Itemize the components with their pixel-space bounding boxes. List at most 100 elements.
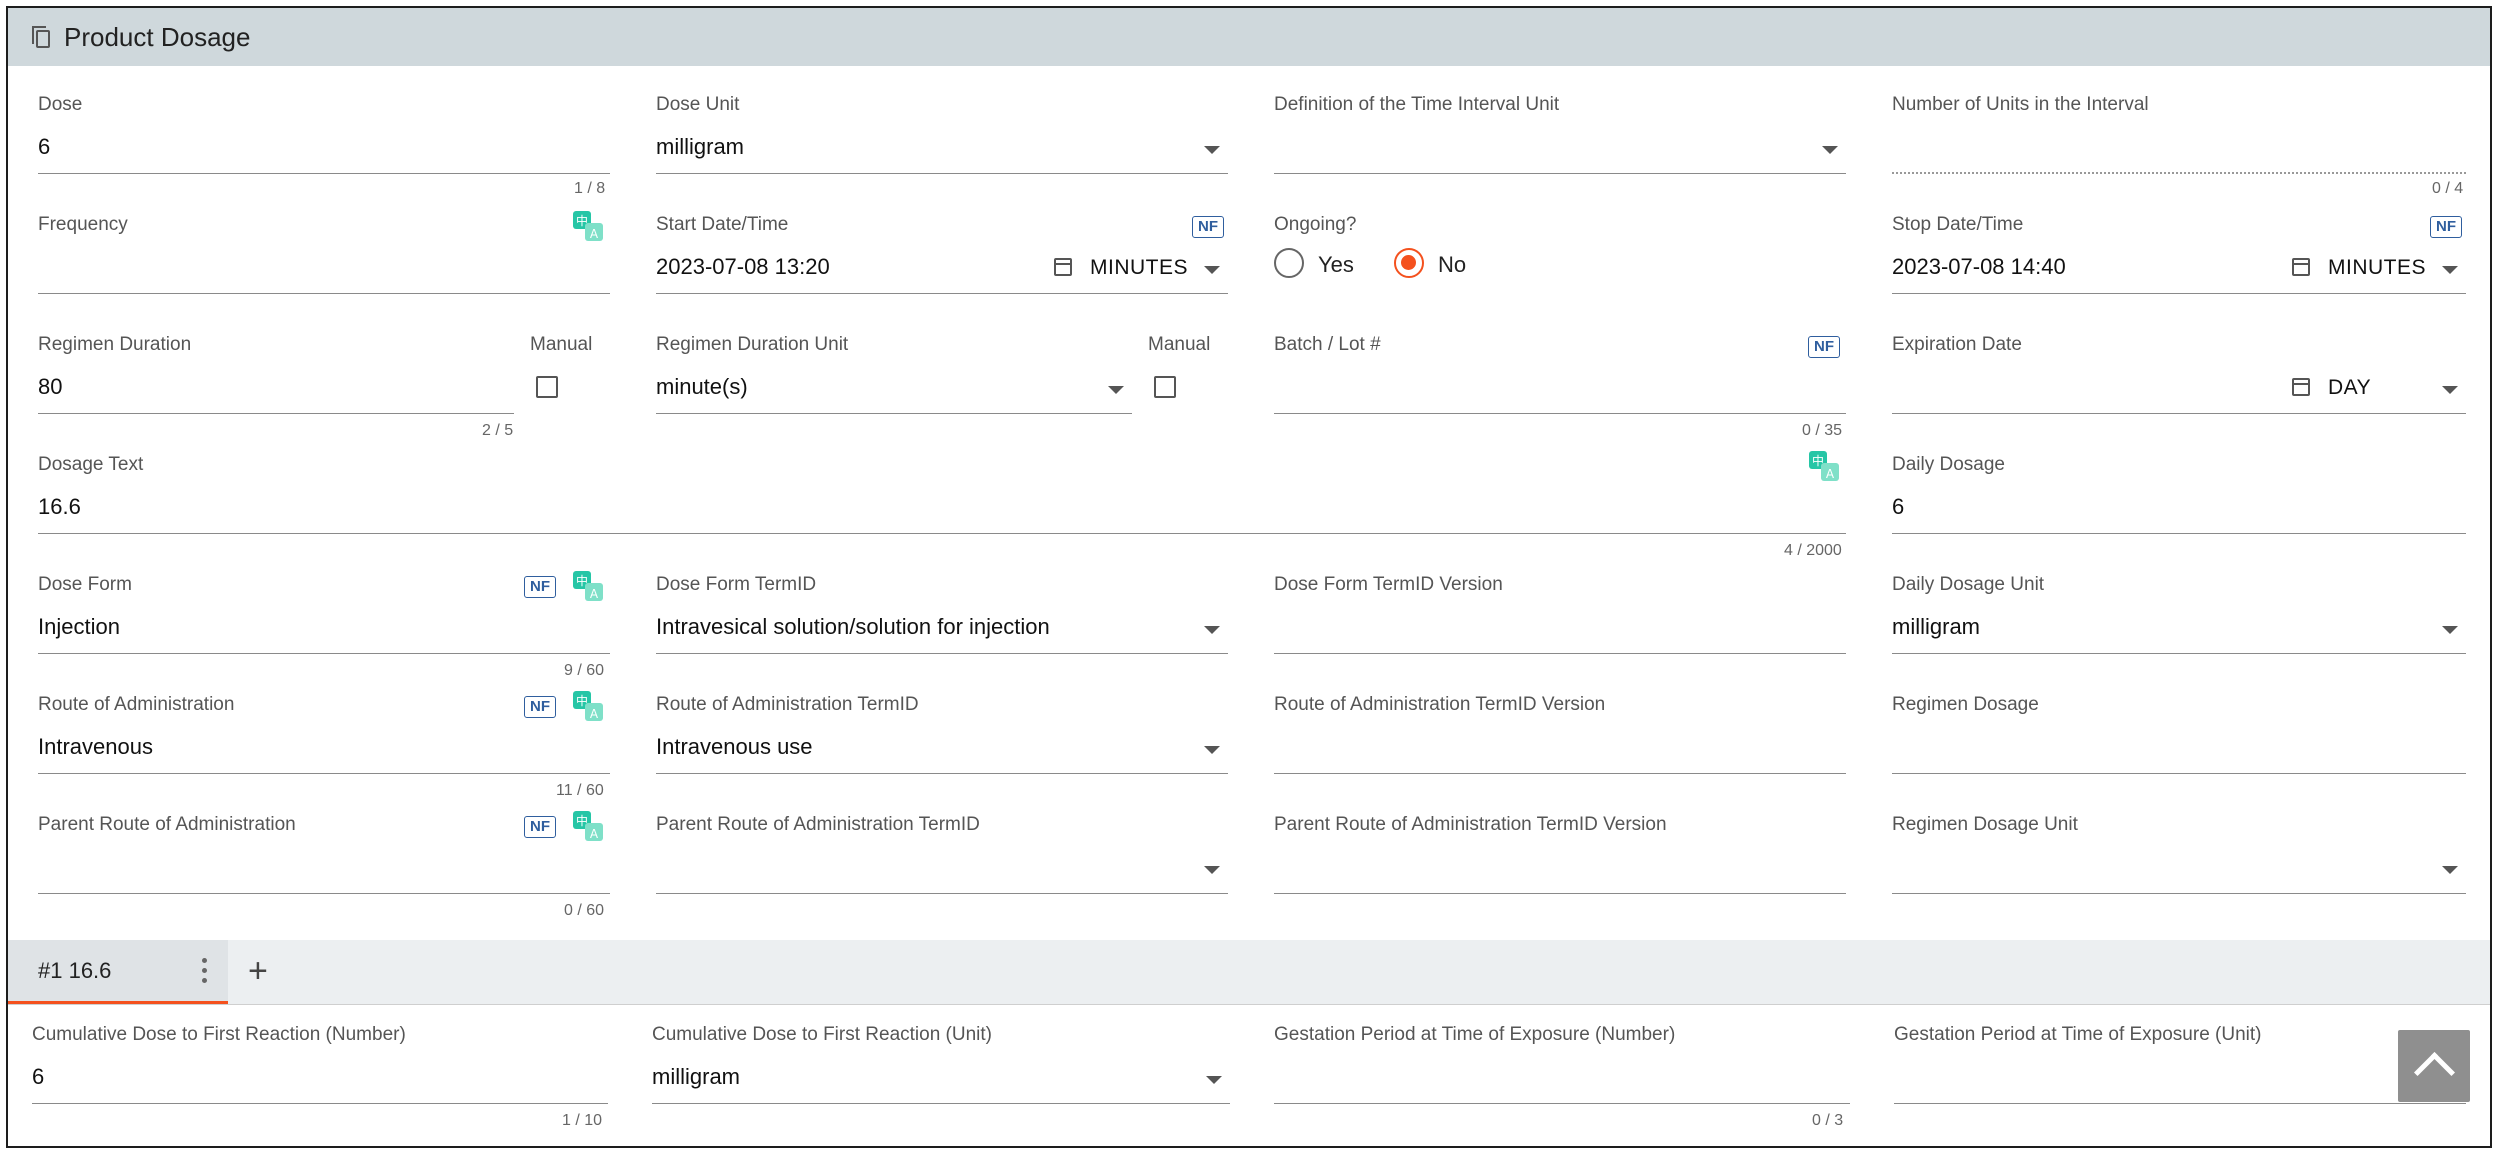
gestation-unit-select[interactable]: Gestation Period at Time of Exposure (Un…: [1894, 1024, 2466, 1104]
cum-dose-number-value[interactable]: 6: [32, 1064, 44, 1090]
regimen-duration-unit-manual-checkbox[interactable]: [1154, 376, 1176, 398]
batch-lot-underline: [1274, 413, 1846, 414]
regimen-duration-value[interactable]: 80: [38, 374, 62, 400]
daily-dosage-value[interactable]: 6: [1892, 494, 1904, 520]
dose-form-value[interactable]: Injection: [38, 614, 120, 640]
ongoing-yes-label[interactable]: Yes: [1318, 252, 1354, 278]
dosage-text-field[interactable]: Dosage Text 16.6: [38, 454, 1846, 534]
dose-unit-select[interactable]: Dose Unit milligram: [656, 94, 1228, 174]
calendar-icon[interactable]: [2292, 258, 2310, 276]
cum-dose-unit-select[interactable]: Cumulative Dose to First Reaction (Unit)…: [652, 1024, 1230, 1104]
start-precision-value[interactable]: MINUTES: [1090, 256, 1188, 280]
chevron-down-icon[interactable]: [2442, 866, 2458, 874]
chevron-up-icon: [2413, 1051, 2456, 1094]
svg-text:中: 中: [576, 813, 588, 828]
regimen-dosage-unit-select[interactable]: Regimen Dosage Unit: [1892, 814, 2466, 894]
dose-field[interactable]: Dose 6: [38, 94, 610, 174]
parent-route-underline: [38, 893, 610, 894]
dose-form-termid-version-field[interactable]: Dose Form TermID Version: [1274, 574, 1846, 654]
route-admin-termid-version-underline: [1274, 773, 1846, 774]
parent-route-termid-label: Parent Route of Administration TermID: [656, 814, 980, 835]
chevron-down-icon[interactable]: [1206, 1076, 1222, 1084]
chevron-down-icon[interactable]: [1204, 626, 1220, 634]
expiration-date-field[interactable]: Expiration Date DAY: [1892, 334, 2466, 414]
units-in-interval-counter: 0 / 4: [2432, 180, 2464, 197]
dose-form-termid-version-underline: [1274, 653, 1846, 654]
stop-datetime-value[interactable]: 2023-07-08 14:40: [1892, 254, 2066, 280]
route-admin-termid-select[interactable]: Route of Administration TermID Intraveno…: [656, 694, 1228, 774]
regimen-dosage-field[interactable]: Regimen Dosage: [1892, 694, 2466, 774]
route-admin-label: Route of Administration: [38, 694, 235, 715]
dose-form-termid-value: Intravesical solution/solution for injec…: [656, 614, 1050, 639]
translate-icon[interactable]: 中 A: [1808, 450, 1840, 482]
chevron-down-icon[interactable]: [1204, 866, 1220, 874]
dose-value[interactable]: 6: [38, 134, 50, 160]
nf-badge[interactable]: NF: [1192, 216, 1224, 238]
expiration-precision-value[interactable]: DAY: [2328, 376, 2371, 400]
nf-badge[interactable]: NF: [1808, 336, 1840, 358]
dose-form-termid-select[interactable]: Dose Form TermID Intravesical solution/s…: [656, 574, 1228, 654]
units-in-interval-field[interactable]: Number of Units in the Interval: [1892, 94, 2466, 174]
parent-route-termid-select[interactable]: Parent Route of Administration TermID: [656, 814, 1228, 894]
start-datetime-value[interactable]: 2023-07-08 13:20: [656, 254, 830, 280]
nf-badge[interactable]: NF: [524, 816, 556, 838]
regimen-duration-unit-value: minute(s): [656, 374, 748, 399]
route-admin-underline: [38, 773, 610, 774]
stop-datetime-underline: [1892, 293, 2466, 294]
route-admin-termid-version-field[interactable]: Route of Administration TermID Version: [1274, 694, 1846, 774]
daily-dosage-underline: [1892, 533, 2466, 534]
batch-lot-field[interactable]: Batch / Lot #: [1274, 334, 1846, 414]
dosage-text-value[interactable]: 16.6: [38, 494, 81, 520]
translate-icon[interactable]: 中 A: [572, 570, 604, 602]
gestation-unit-label: Gestation Period at Time of Exposure (Un…: [1894, 1024, 2262, 1045]
add-tab-button[interactable]: +: [248, 954, 268, 988]
route-admin-value[interactable]: Intravenous: [38, 734, 153, 760]
ongoing-no-radio[interactable]: [1394, 248, 1424, 278]
time-interval-unit-select[interactable]: Definition of the Time Interval Unit: [1274, 94, 1846, 174]
chevron-down-icon[interactable]: [2442, 626, 2458, 634]
daily-dosage-unit-select[interactable]: Daily Dosage Unit milligram: [1892, 574, 2466, 654]
chevron-down-icon[interactable]: [1108, 386, 1124, 394]
translate-icon[interactable]: 中 A: [572, 690, 604, 722]
regimen-duration-label: Regimen Duration: [38, 334, 192, 355]
parent-route-termid-version-field[interactable]: Parent Route of Administration TermID Ve…: [1274, 814, 1846, 894]
daily-dosage-field[interactable]: Daily Dosage 6: [1892, 454, 2466, 534]
chevron-down-icon[interactable]: [2442, 386, 2458, 394]
regimen-duration-manual-checkbox[interactable]: [536, 376, 558, 398]
manual-label: Manual: [530, 334, 593, 355]
product-dosage-panel: Product Dosage Dose 6 1 / 8 Dose Unit mi…: [6, 6, 2492, 1148]
calendar-icon[interactable]: [2292, 378, 2310, 396]
cum-dose-number-field[interactable]: Cumulative Dose to First Reaction (Numbe…: [32, 1024, 608, 1104]
translate-icon[interactable]: 中 A: [572, 810, 604, 842]
chevron-down-icon[interactable]: [1204, 266, 1220, 274]
chevron-down-icon[interactable]: [1204, 146, 1220, 154]
stop-datetime-field[interactable]: Stop Date/Time 2023-07-08 14:40 MINUTES: [1892, 214, 2466, 294]
ongoing-no-label[interactable]: No: [1438, 252, 1466, 278]
regimen-dosage-label: Regimen Dosage: [1892, 694, 2039, 715]
cum-dose-unit-underline: [652, 1103, 1230, 1104]
translate-icon[interactable]: 中 A: [572, 210, 604, 242]
gestation-number-field[interactable]: Gestation Period at Time of Exposure (Nu…: [1274, 1024, 1850, 1104]
calendar-icon[interactable]: [1054, 258, 1072, 276]
nf-badge[interactable]: NF: [524, 576, 556, 598]
scroll-to-top-button[interactable]: [2398, 1030, 2470, 1102]
dosage-text-label: Dosage Text: [38, 454, 144, 475]
manual-label: Manual: [1148, 334, 1211, 355]
regimen-duration-field[interactable]: Regimen Duration 80: [38, 334, 514, 414]
chevron-down-icon[interactable]: [1822, 146, 1838, 154]
svg-text:中: 中: [576, 573, 588, 588]
frequency-field[interactable]: Frequency: [38, 214, 610, 294]
nf-badge[interactable]: NF: [2430, 216, 2462, 238]
parent-route-termid-version-underline: [1274, 893, 1846, 894]
stop-precision-value[interactable]: MINUTES: [2328, 256, 2426, 280]
chevron-down-icon[interactable]: [1204, 746, 1220, 754]
ongoing-radio-group: Ongoing? Yes No: [1274, 214, 1846, 294]
regimen-duration-unit-select[interactable]: Regimen Duration Unit minute(s): [656, 334, 1132, 414]
tab-dosage-1[interactable]: #1 16.6: [8, 940, 228, 1004]
start-datetime-field[interactable]: Start Date/Time 2023-07-08 13:20 MINUTES: [656, 214, 1228, 294]
chevron-down-icon[interactable]: [2442, 266, 2458, 274]
ongoing-yes-radio[interactable]: [1274, 248, 1304, 278]
nf-badge[interactable]: NF: [524, 696, 556, 718]
ongoing-label: Ongoing?: [1274, 214, 1357, 235]
more-vert-icon[interactable]: [202, 958, 208, 986]
